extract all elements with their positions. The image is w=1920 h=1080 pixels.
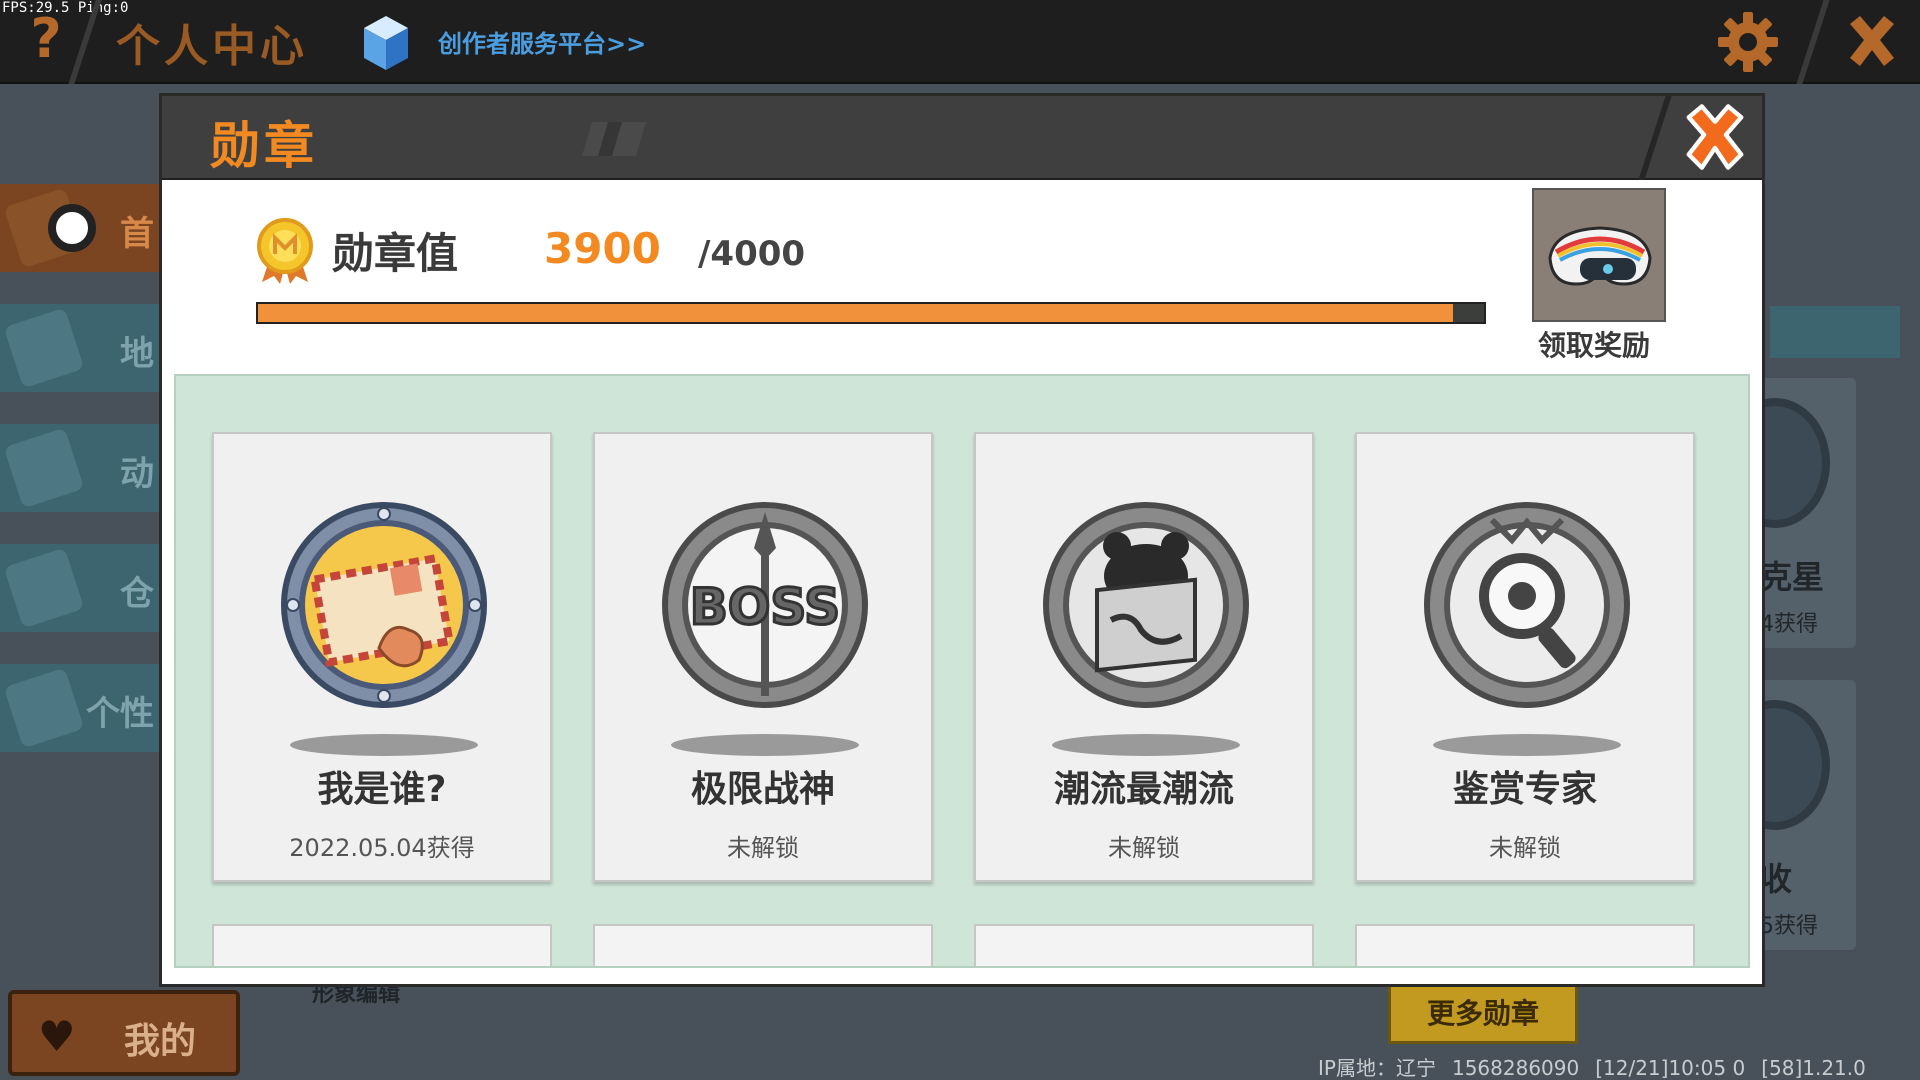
version: [58]1.21.0	[1761, 1056, 1866, 1080]
medal-shadow	[671, 734, 859, 756]
medal-name: 我是谁?	[317, 769, 447, 810]
sidebar: 首 地 动 仓 个性	[0, 84, 160, 1080]
medal-score-label: 勋章值	[332, 229, 459, 278]
gear-icon[interactable]	[1716, 10, 1780, 74]
medal-progress-fill	[258, 304, 1454, 322]
stripe-decoration	[582, 122, 646, 156]
background-medal-card[interactable]: 收 5获得	[1720, 680, 1856, 950]
background-medal-name: 收	[1760, 860, 1793, 898]
medal-card[interactable]: BOSS 极限战神 未解锁	[593, 432, 933, 882]
more-medals-button[interactable]: 更多勋章	[1388, 984, 1578, 1044]
bell-icon	[3, 427, 85, 509]
medal-shadow	[1052, 734, 1240, 756]
house-icon	[3, 547, 85, 629]
medal-name: 鉴赏专家	[1452, 769, 1597, 810]
medal-status: 未解锁	[727, 834, 799, 862]
magnifier-medal-icon	[1424, 502, 1630, 708]
envelope-medal-icon	[281, 502, 487, 708]
medal-shadow	[1433, 734, 1621, 756]
medal-name: 极限战神	[690, 769, 835, 810]
medal-card[interactable]: 鉴赏专家 未解锁	[1355, 432, 1695, 882]
medal-card[interactable]	[1355, 924, 1695, 966]
sidebar-item-activity[interactable]: 动	[0, 424, 160, 512]
reward-button[interactable]	[1532, 188, 1666, 322]
medal-name: 潮流最潮流	[1053, 769, 1234, 810]
medal-status: 未解锁	[1489, 834, 1561, 862]
medal-score-icon	[257, 218, 313, 284]
sidebar-item-warehouse[interactable]: 仓	[0, 544, 160, 632]
reward-label: 领取奖励	[1538, 329, 1651, 362]
page-title: 个人中心	[116, 21, 308, 72]
sidebar-item-label: 地	[120, 334, 154, 374]
medal-status: 未解锁	[1108, 834, 1180, 862]
background-medal-date: 4获得	[1760, 612, 1818, 637]
medal-card[interactable]: 潮流最潮流 未解锁	[974, 432, 1314, 882]
close-button[interactable]	[1638, 96, 1762, 180]
creator-platform-link[interactable]: 创作者服务平台>>	[438, 24, 646, 59]
sidebar-item-label: 仓	[120, 574, 154, 614]
medal-shadow	[290, 734, 478, 756]
sidebar-item-label: 个性	[86, 694, 154, 734]
medal-score-value: 3900	[544, 224, 661, 273]
uid: 1568286090	[1451, 1056, 1580, 1080]
medal-grid: 我是谁? 2022.05.04获得 BOSS 极限战神 未解锁 潮流最潮流 未解…	[174, 374, 1750, 968]
medal-card[interactable]	[212, 924, 552, 966]
medal-score-max: /4000	[698, 234, 806, 274]
medal-card[interactable]	[974, 924, 1314, 966]
background-medal-date: 5获得	[1760, 914, 1818, 939]
ip-location: IP属地：辽宁	[1318, 1056, 1436, 1080]
dialog-title: 勋章	[210, 117, 318, 175]
sidebar-item-label: 首	[120, 214, 154, 254]
sidebar-item-personal[interactable]: 个性	[0, 664, 160, 752]
divider	[1796, 0, 1830, 84]
medal-status: 2022.05.04获得	[289, 834, 475, 862]
avatar-icon	[3, 667, 85, 749]
status-bar: IP属地：辽宁 1568286090 [12/21]10:05 0 [58]1.21.…	[1318, 1052, 1882, 1080]
sidebar-item-map[interactable]: 地	[0, 304, 160, 392]
medal-card[interactable]	[593, 924, 933, 966]
medal-progress-bar	[256, 302, 1486, 324]
dialog-header: 勋章	[162, 96, 1762, 180]
sidebar-item-label: 动	[120, 454, 154, 494]
mine-label: 我的	[124, 1021, 197, 1062]
divider	[1638, 96, 1672, 180]
sidebar-item-home[interactable]: 首	[0, 184, 160, 272]
map-icon	[3, 307, 85, 389]
time-info: [12/21]10:05 0	[1595, 1056, 1746, 1080]
boss-medal-icon: BOSS	[662, 502, 868, 708]
notification-dot	[48, 204, 96, 252]
bear-medal-icon	[1043, 502, 1249, 708]
cube-icon[interactable]	[362, 14, 410, 72]
goggles-icon	[1548, 226, 1652, 286]
medal-dialog: 勋章 勋章值 3900 /4000 领取奖励 我是谁? 2022.05.04获得…	[162, 96, 1762, 984]
question-icon[interactable]: ?	[22, 8, 70, 70]
svg-text:BOSS: BOSS	[690, 578, 840, 636]
mine-button[interactable]: ♥ 我的	[8, 990, 240, 1076]
background-medal-card[interactable]: 克星 4获得	[1720, 378, 1856, 648]
close-icon[interactable]	[1840, 10, 1904, 74]
background-medal-name: 克星	[1760, 558, 1825, 596]
medal-card[interactable]: 我是谁? 2022.05.04获得	[212, 432, 552, 882]
background-medal-cards: 克星 4获得 收 5获得	[1720, 300, 1920, 1080]
close-icon	[1686, 104, 1744, 170]
top-bar: FPS:29.5 Ping:0 ? 个人中心 创作者服务平台>>	[0, 0, 1920, 84]
heart-icon: ♥	[38, 1012, 76, 1061]
